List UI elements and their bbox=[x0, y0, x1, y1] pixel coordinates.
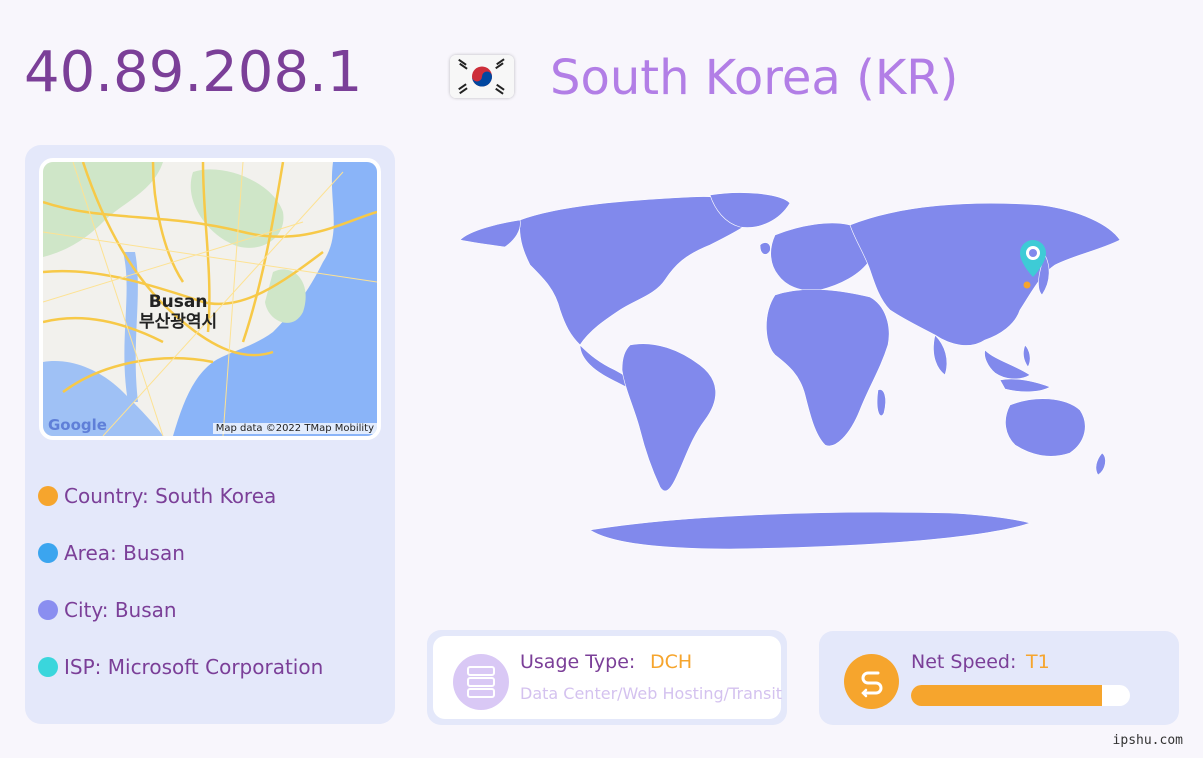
map-attribution: Map data ©2022 TMap Mobility bbox=[213, 423, 377, 434]
map-city-label: Busan 부산광역시 bbox=[139, 292, 217, 332]
usage-type-value: DCH bbox=[650, 651, 692, 673]
net-speed-value: T1 bbox=[1026, 651, 1050, 673]
city-text: City: Busan bbox=[64, 598, 177, 622]
info-country: Country: South Korea bbox=[38, 467, 323, 524]
city-dot-icon bbox=[38, 600, 58, 620]
country-title: South Korea (KR) bbox=[550, 50, 958, 106]
location-info-list: Country: South Korea Area: Busan City: B… bbox=[38, 467, 323, 695]
country-dot-icon bbox=[38, 486, 58, 506]
usage-type-inner: Usage Type: DCH Data Center/Web Hosting/… bbox=[433, 636, 781, 719]
city-minimap[interactable]: Busan 부산광역시 Google Map data ©2022 TMap M… bbox=[39, 158, 381, 440]
ip-address: 40.89.208.1 bbox=[24, 40, 362, 105]
net-speed-card: Net Speed: T1 bbox=[819, 631, 1179, 725]
site-watermark: ipshu.com bbox=[1113, 733, 1183, 748]
south-korea-flag-icon bbox=[450, 55, 514, 98]
world-map[interactable] bbox=[430, 185, 1150, 555]
location-card: Busan 부산광역시 Google Map data ©2022 TMap M… bbox=[25, 145, 395, 724]
usage-type-card: Usage Type: DCH Data Center/Web Hosting/… bbox=[427, 630, 787, 725]
speed-icon bbox=[844, 654, 899, 709]
net-speed-label: Net Speed: bbox=[911, 651, 1016, 673]
usage-type-description: Data Center/Web Hosting/Transit bbox=[520, 684, 782, 703]
google-logo: Google bbox=[48, 416, 107, 434]
usage-type-label: Usage Type: bbox=[520, 651, 635, 673]
net-speed-bar bbox=[911, 685, 1130, 706]
info-city: City: Busan bbox=[38, 581, 323, 638]
info-area: Area: Busan bbox=[38, 524, 323, 581]
map-city-en: Busan bbox=[139, 292, 217, 312]
info-isp: ISP: Microsoft Corporation bbox=[38, 638, 323, 695]
server-icon bbox=[453, 654, 509, 710]
isp-dot-icon bbox=[38, 657, 58, 677]
country-text: Country: South Korea bbox=[64, 484, 276, 508]
area-dot-icon bbox=[38, 543, 58, 563]
net-speed-bar-fill bbox=[911, 685, 1102, 706]
map-city-ko: 부산광역시 bbox=[139, 312, 217, 332]
isp-text: ISP: Microsoft Corporation bbox=[64, 655, 323, 679]
area-text: Area: Busan bbox=[64, 541, 185, 565]
